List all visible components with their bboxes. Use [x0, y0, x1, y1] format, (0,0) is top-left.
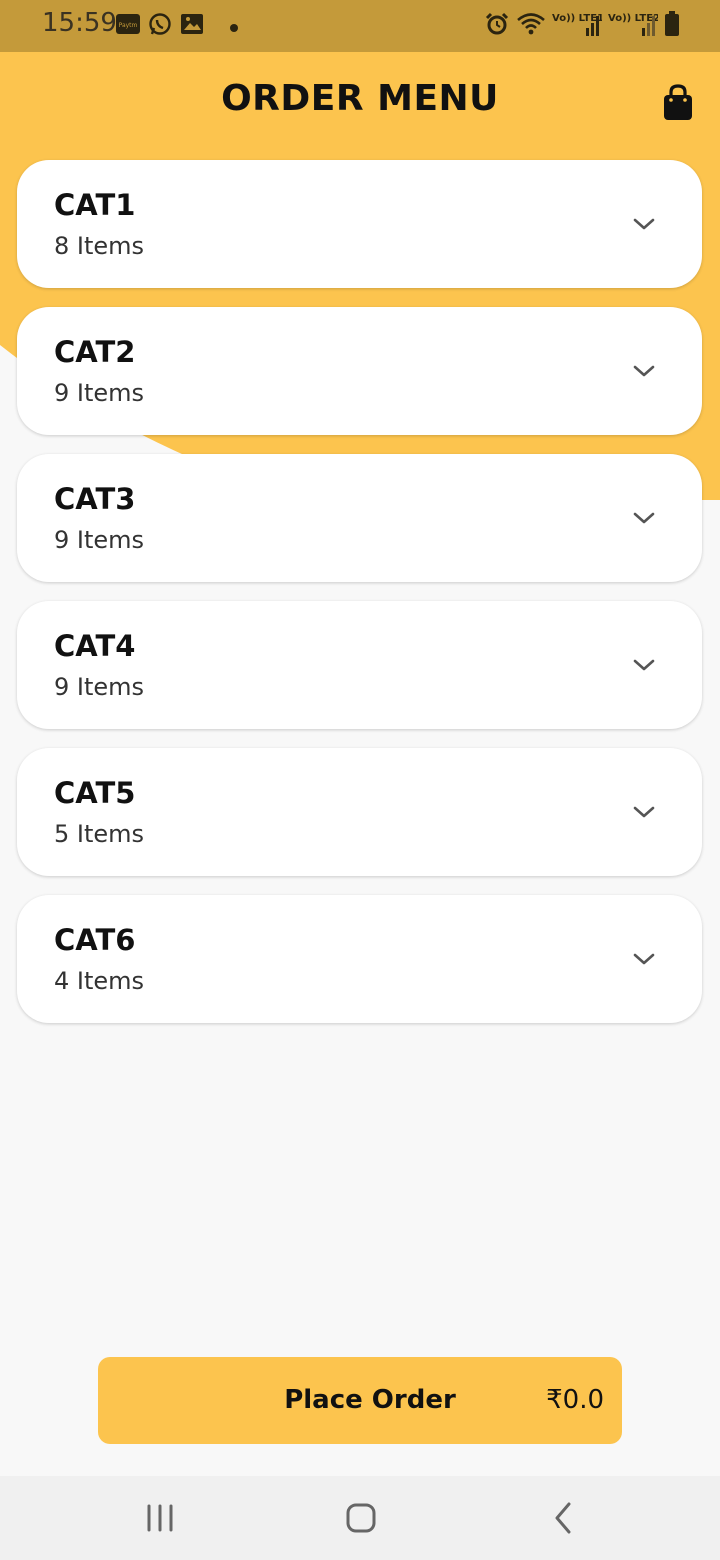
- category-name: CAT6: [54, 923, 136, 957]
- category-item-count: 5 Items: [54, 820, 145, 848]
- volte-lte2-signal-icon: Vo)) LTE2: [608, 10, 660, 42]
- chevron-down-icon[interactable]: [631, 214, 657, 234]
- page-title: ORDER MENU: [221, 78, 499, 119]
- lte2-label: Vo)) LTE2: [608, 13, 658, 24]
- category-card-cat4[interactable]: CAT4 9 Items: [17, 601, 702, 729]
- status-time: 15:59: [42, 8, 117, 38]
- volte-lte1-signal-icon: Vo)) LTE1: [552, 10, 604, 42]
- chevron-down-icon[interactable]: [631, 802, 657, 822]
- place-order-button[interactable]: Place Order ₹0.0: [98, 1357, 622, 1444]
- wifi-icon: [516, 12, 546, 40]
- shopping-bag-icon: [664, 84, 692, 120]
- paytm-label: Paytm: [119, 22, 138, 29]
- status-left-icons: Paytm: [116, 12, 238, 40]
- category-card-cat5[interactable]: CAT5 5 Items: [17, 748, 702, 876]
- gallery-icon: [180, 13, 204, 39]
- system-nav-bar: [0, 1476, 720, 1560]
- home-icon[interactable]: [341, 1498, 381, 1538]
- category-card-cat1[interactable]: CAT1 8 Items: [17, 160, 702, 288]
- cart-button[interactable]: [660, 84, 696, 122]
- category-card-cat3[interactable]: CAT3 9 Items: [17, 454, 702, 582]
- order-total: ₹0.0: [546, 1385, 604, 1415]
- category-card-cat2[interactable]: CAT2 9 Items: [17, 307, 702, 435]
- recent-apps-icon[interactable]: [140, 1498, 180, 1538]
- order-menu-screen: 15:59 Paytm Vo)) LTE1 Vo)) LTE2 ORDER ME…: [0, 0, 720, 1560]
- category-item-count: 9 Items: [54, 673, 145, 701]
- chevron-down-icon[interactable]: [631, 361, 657, 381]
- alarm-icon: [484, 11, 510, 41]
- chevron-down-icon[interactable]: [631, 508, 657, 528]
- category-name: CAT1: [54, 188, 136, 222]
- paytm-icon: Paytm: [116, 13, 140, 39]
- category-item-count: 9 Items: [54, 526, 145, 554]
- whatsapp-icon: [148, 12, 172, 40]
- battery-icon: [664, 11, 680, 41]
- status-right-icons: Vo)) LTE1 Vo)) LTE2: [484, 10, 680, 42]
- chevron-down-icon[interactable]: [631, 655, 657, 675]
- notification-dot-icon: [230, 17, 238, 36]
- category-item-count: 4 Items: [54, 967, 145, 995]
- chevron-down-icon[interactable]: [631, 949, 657, 969]
- category-name: CAT2: [54, 335, 136, 369]
- category-name: CAT5: [54, 776, 136, 810]
- lte1-label: Vo)) LTE1: [552, 13, 602, 24]
- category-list: CAT1 8 Items CAT2 9 Items CAT3 9 Items C…: [17, 160, 702, 1042]
- back-icon[interactable]: [543, 1498, 583, 1538]
- status-bar: 15:59 Paytm Vo)) LTE1 Vo)) LTE2: [0, 0, 720, 52]
- category-name: CAT3: [54, 482, 136, 516]
- category-card-cat6[interactable]: CAT6 4 Items: [17, 895, 702, 1023]
- category-item-count: 9 Items: [54, 379, 145, 407]
- category-name: CAT4: [54, 629, 136, 663]
- category-item-count: 8 Items: [54, 232, 145, 260]
